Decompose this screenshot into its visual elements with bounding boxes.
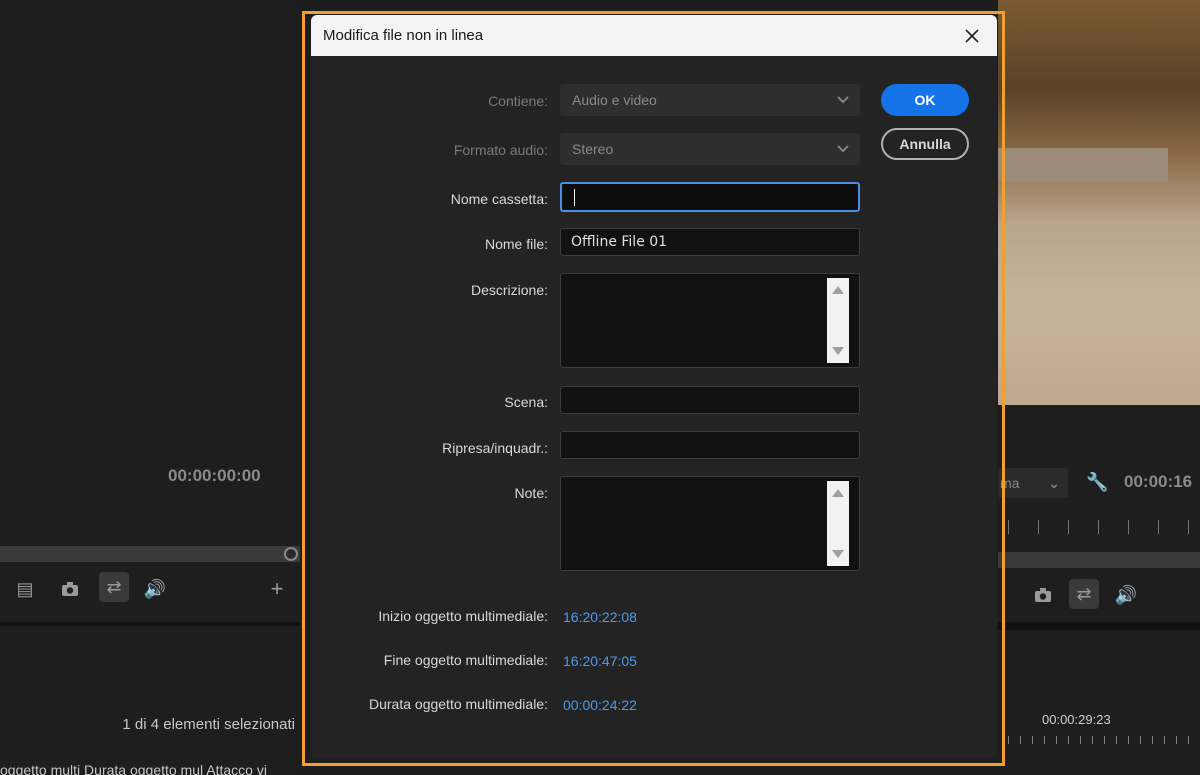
media-end-value[interactable]: 16:20:47:05 — [563, 653, 637, 669]
program-monitor-panel: ma ⌄ 🔧 00:00:16 ⇄ 🔊 00:00:29:23 — [998, 0, 1200, 775]
program-video-frame — [998, 0, 1200, 405]
program-timecode[interactable]: 00:00:16 — [1124, 472, 1192, 492]
media-start-value[interactable]: 16:20:22:08 — [563, 609, 637, 625]
wrench-icon[interactable]: 🔧 — [1086, 472, 1108, 493]
description-textarea[interactable] — [560, 273, 860, 368]
source-scrub-bar[interactable] — [0, 546, 300, 562]
audio-format-label: Formato audio: — [453, 142, 548, 158]
text-caret — [574, 189, 575, 206]
dialog-title: Modifica file non in linea — [323, 27, 484, 44]
video-scene-wall — [998, 148, 1168, 182]
chevron-down-icon — [837, 96, 849, 104]
toggle-proxies-icon[interactable]: ⇄ — [1069, 579, 1099, 609]
panel-divider — [998, 622, 1200, 630]
scroll-down-icon[interactable] — [832, 347, 844, 355]
project-column-headers[interactable]: oggetto multi Durata oggetto mul Attacco… — [0, 762, 267, 775]
scene-label: Scena: — [504, 394, 548, 410]
close-button[interactable] — [957, 21, 987, 51]
export-frame-icon[interactable]: ▤ — [10, 574, 40, 604]
ok-button[interactable]: OK — [881, 84, 969, 116]
scrub-handle[interactable] — [284, 547, 298, 561]
source-monitor-panel: 00:00:00:00 ▤ ⇄ 🔊 + 1 di 4 elementi sele… — [0, 0, 300, 775]
fit-dropdown[interactable]: ma ⌄ — [998, 468, 1068, 498]
edit-offline-file-dialog: Modifica file non in linea Contiene: Aud… — [311, 15, 997, 758]
tape-name-label: Nome cassetta: — [450, 191, 548, 207]
file-name-label: Nome file: — [484, 236, 548, 252]
description-label: Descrizione: — [470, 282, 548, 298]
camera-icon[interactable] — [1028, 580, 1058, 610]
sequence-timecode[interactable]: 00:00:29:23 — [1042, 712, 1111, 727]
notes-label: Note: — [514, 485, 548, 501]
chevron-down-icon — [837, 145, 849, 153]
contains-label: Contiene: — [488, 93, 548, 109]
scroll-up-icon[interactable] — [832, 489, 844, 497]
audio-format-select[interactable]: Stereo — [560, 133, 860, 165]
notes-scrollbar[interactable] — [827, 481, 849, 566]
media-start-label: Inizio oggetto multimediale: — [378, 608, 548, 624]
speaker-icon[interactable]: 🔊 — [140, 574, 170, 604]
tape-name-input[interactable] — [560, 182, 860, 212]
shot-input[interactable] — [560, 431, 860, 459]
contains-value: Audio e video — [572, 92, 657, 108]
close-icon — [965, 29, 979, 43]
scroll-up-icon[interactable] — [832, 286, 844, 294]
media-end-label: Fine oggetto multimediale: — [383, 652, 548, 668]
audio-format-value: Stereo — [572, 141, 614, 157]
scene-input[interactable] — [560, 386, 860, 414]
source-timecode[interactable]: 00:00:00:00 — [168, 466, 261, 486]
program-time-ruler — [1008, 520, 1200, 534]
selection-status: 1 di 4 elementi selezionati — [122, 716, 295, 733]
cancel-button[interactable]: Annulla — [881, 128, 969, 160]
project-panel: 1 di 4 elementi selezionati oggetto mult… — [0, 626, 300, 775]
dialog-titlebar[interactable]: Modifica file non in linea — [311, 15, 997, 56]
description-scrollbar[interactable] — [827, 278, 849, 363]
chevron-down-icon: ⌄ — [1048, 475, 1060, 491]
media-duration-value[interactable]: 00:00:24:22 — [563, 697, 637, 713]
source-controls: ▤ ⇄ 🔊 + — [0, 562, 300, 620]
program-scrub-bar[interactable] — [998, 552, 1200, 568]
scroll-down-icon[interactable] — [832, 550, 844, 558]
toggle-proxies-icon[interactable]: ⇄ — [99, 572, 129, 602]
sequence-time-ruler — [1008, 736, 1200, 744]
contains-select[interactable]: Audio e video — [560, 84, 860, 116]
speaker-icon[interactable]: 🔊 — [1111, 580, 1141, 610]
file-name-input[interactable]: Offline File 01 — [560, 228, 860, 256]
camera-icon[interactable] — [55, 574, 85, 604]
notes-textarea[interactable] — [560, 476, 860, 571]
media-duration-label: Durata oggetto multimediale: — [369, 696, 548, 712]
add-button-icon[interactable]: + — [262, 574, 292, 604]
shot-label: Ripresa/inquadr.: — [442, 440, 548, 456]
